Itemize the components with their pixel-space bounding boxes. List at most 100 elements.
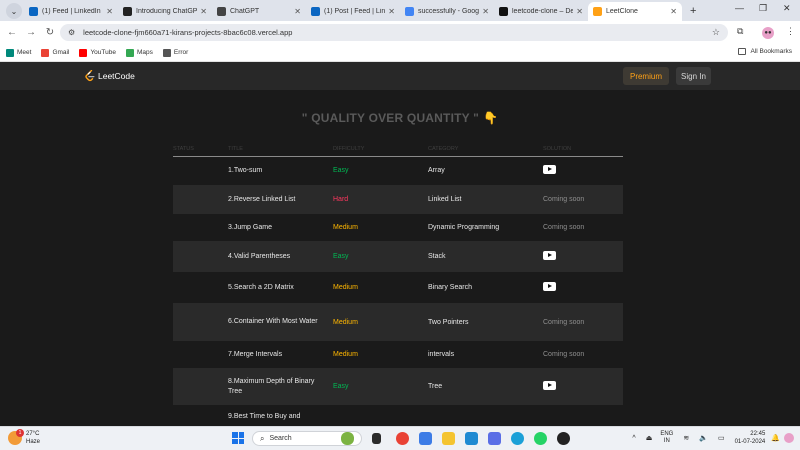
problem-title-link[interactable]: 6.Container With Most Water <box>228 303 333 341</box>
tab-close-icon[interactable]: ✕ <box>670 7 677 16</box>
tab-close-icon[interactable]: ✕ <box>388 7 395 16</box>
status-cell <box>173 368 228 405</box>
close-window-icon[interactable]: ✕ <box>783 3 791 14</box>
restore-icon[interactable]: ❐ <box>759 3 767 14</box>
sign-in-button[interactable]: Sign In <box>676 67 711 85</box>
difficulty-label: Easy <box>333 383 349 390</box>
category-label: Stack <box>428 253 446 260</box>
bookmark-item[interactable]: Error <box>162 48 188 57</box>
tab-title: LeetClone <box>606 8 638 15</box>
problem-title-link[interactable]: 5.Search a 2D Matrix <box>228 272 333 303</box>
omnibox[interactable]: ⚙ leetcode-clone-fjm660a71-kirans-projec… <box>60 24 728 41</box>
volume-icon[interactable]: 🔈 <box>699 434 708 442</box>
browser-menu-icon[interactable]: ⋮ <box>786 26 795 37</box>
profile-avatar[interactable]: ●● <box>762 27 774 39</box>
table-row[interactable]: 5.Search a 2D Matrix Medium Binary Search <box>173 272 623 303</box>
browser-tab[interactable]: Introducing ChatGPT ✕ <box>118 2 212 21</box>
new-tab-button[interactable]: + <box>690 5 696 17</box>
difficulty-label: Hard <box>333 196 349 203</box>
windows-start-icon[interactable] <box>232 432 244 444</box>
clock[interactable]: 22:45 01-07-2024 <box>735 430 766 446</box>
copilot-icon[interactable] <box>784 433 794 443</box>
problem-title-link[interactable]: 4.Valid Parentheses <box>228 241 333 272</box>
browser-tab[interactable]: successfully - Google ✕ <box>400 2 494 21</box>
tab-search-chevron-icon[interactable]: ⌄ <box>6 3 22 19</box>
problems-table: STATUS TITLE DIFFICULTY CATEGORY SOLUTIO… <box>173 142 623 426</box>
store-app-icon[interactable] <box>488 432 501 445</box>
browser-tab[interactable]: (1) Feed | LinkedIn ✕ <box>24 2 118 21</box>
category-label <box>428 405 543 426</box>
all-bookmarks-button[interactable]: All Bookmarks <box>738 48 792 55</box>
chrome-icon[interactable] <box>396 432 409 445</box>
bookmark-item[interactable]: Maps <box>125 48 153 57</box>
weather-widget[interactable]: 1 27°C Haze <box>8 429 40 446</box>
folder-app-icon[interactable] <box>442 432 455 445</box>
browser-tab[interactable]: LeetClone ✕ <box>588 2 682 21</box>
youtube-solution-icon[interactable] <box>543 381 556 390</box>
header-solution: SOLUTION <box>543 142 623 157</box>
problem-title-link[interactable]: 8.Maximum Depth of Binary Tree <box>228 368 333 405</box>
windows-taskbar: 1 27°C Haze ⌕ Search ^ ⏏ ENG IN ≋ 🔈 ▭ 22… <box>0 426 800 450</box>
table-row[interactable]: 7.Merge Intervals Medium intervals Coming s… <box>173 341 623 368</box>
linkedin-icon <box>29 7 38 16</box>
youtube-solution-icon[interactable] <box>543 251 556 260</box>
table-row[interactable]: 8.Maximum Depth of Binary Tree Easy Tree <box>173 368 623 405</box>
forward-icon[interactable]: → <box>24 27 38 38</box>
problem-title-link[interactable]: 9.Best Time to Buy and <box>228 405 333 426</box>
back-icon[interactable]: ← <box>5 27 19 38</box>
category-label: Array <box>428 167 445 175</box>
network-alt-icon[interactable]: ⏏ <box>646 434 653 442</box>
site-logo[interactable]: LeetCode <box>85 70 135 82</box>
tab-close-icon[interactable]: ✕ <box>576 7 583 16</box>
battery-icon[interactable]: ▭ <box>718 434 725 442</box>
url-text[interactable]: leetcode-clone-fjm660a71-kirans-projects… <box>83 28 292 37</box>
vscode-icon[interactable] <box>465 432 478 445</box>
browser-tab[interactable]: ChatGPT ✕ <box>212 2 306 21</box>
github-icon[interactable] <box>557 432 570 445</box>
header-title: TITLE <box>228 142 333 157</box>
browser-tab[interactable]: (1) Post | Feed | LinkedIn✕ <box>306 2 400 21</box>
tray-chevron-icon[interactable]: ^ <box>632 435 635 442</box>
browser-tab[interactable]: leetcode-clone – Dep ✕ <box>494 2 588 21</box>
difficulty-label: Medium <box>333 284 358 291</box>
site-info-icon[interactable]: ⚙ <box>68 28 75 37</box>
bookmark-item[interactable]: YouTube <box>79 48 116 57</box>
youtube-solution-icon[interactable] <box>543 282 556 291</box>
table-row[interactable]: 6.Container With Most Water Medium Two Poi… <box>173 303 623 341</box>
problem-title-link[interactable]: 3.Jump Game <box>228 214 333 241</box>
table-row[interactable]: 4.Valid Parentheses Easy Stack <box>173 241 623 272</box>
bookmark-item[interactable]: Gmail <box>41 48 69 57</box>
reload-icon[interactable]: ↻ <box>43 27 57 38</box>
table-row[interactable]: 2.Reverse Linked List Hard Linked List Comi… <box>173 185 623 214</box>
notification-bell-icon[interactable]: 🔔 <box>771 434 780 442</box>
all-bookmarks-label: All Bookmarks <box>750 48 792 55</box>
table-row[interactable]: 1.Two-sum Easy Array <box>173 156 623 185</box>
tab-close-icon[interactable]: ✕ <box>200 7 207 16</box>
minimize-icon[interactable]: — <box>735 3 744 13</box>
header-difficulty: DIFFICULTY <box>333 142 428 157</box>
whatsapp-icon[interactable] <box>534 432 547 445</box>
tab-close-icon[interactable]: ✕ <box>106 7 113 16</box>
youtube-solution-icon[interactable] <box>543 165 556 175</box>
bookmark-item[interactable]: Meet <box>6 48 32 57</box>
calendar-app-icon[interactable] <box>419 432 432 445</box>
widget-image-icon[interactable] <box>341 432 354 445</box>
problem-title-link[interactable]: 1.Two-sum <box>228 156 333 185</box>
bookmark-star-icon[interactable]: ☆ <box>712 27 720 38</box>
headline-text: " QUALITY OVER QUANTITY " <box>301 111 480 125</box>
table-row[interactable]: 9.Best Time to Buy and <box>173 405 623 426</box>
premium-button[interactable]: Premium <box>623 67 669 85</box>
solution-status: Coming soon <box>543 224 585 231</box>
language-indicator[interactable]: ENG IN <box>660 431 673 445</box>
problem-title-link[interactable]: 2.Reverse Linked List <box>228 185 333 214</box>
problem-title-link[interactable]: 7.Merge Intervals <box>228 341 333 368</box>
extensions-icon[interactable]: ⧉ <box>737 26 743 37</box>
wifi-icon[interactable]: ≋ <box>683 434 689 442</box>
table-row[interactable]: 3.Jump Game Medium Dynamic Programming Comi… <box>173 214 623 241</box>
edge-icon[interactable] <box>511 432 524 445</box>
tab-close-icon[interactable]: ✕ <box>482 7 489 16</box>
tab-close-icon[interactable]: ✕ <box>294 7 301 16</box>
file-explorer-alt-icon[interactable] <box>372 433 381 444</box>
notification-badge: 1 <box>16 429 24 437</box>
bookmark-label: Meet <box>17 49 32 56</box>
